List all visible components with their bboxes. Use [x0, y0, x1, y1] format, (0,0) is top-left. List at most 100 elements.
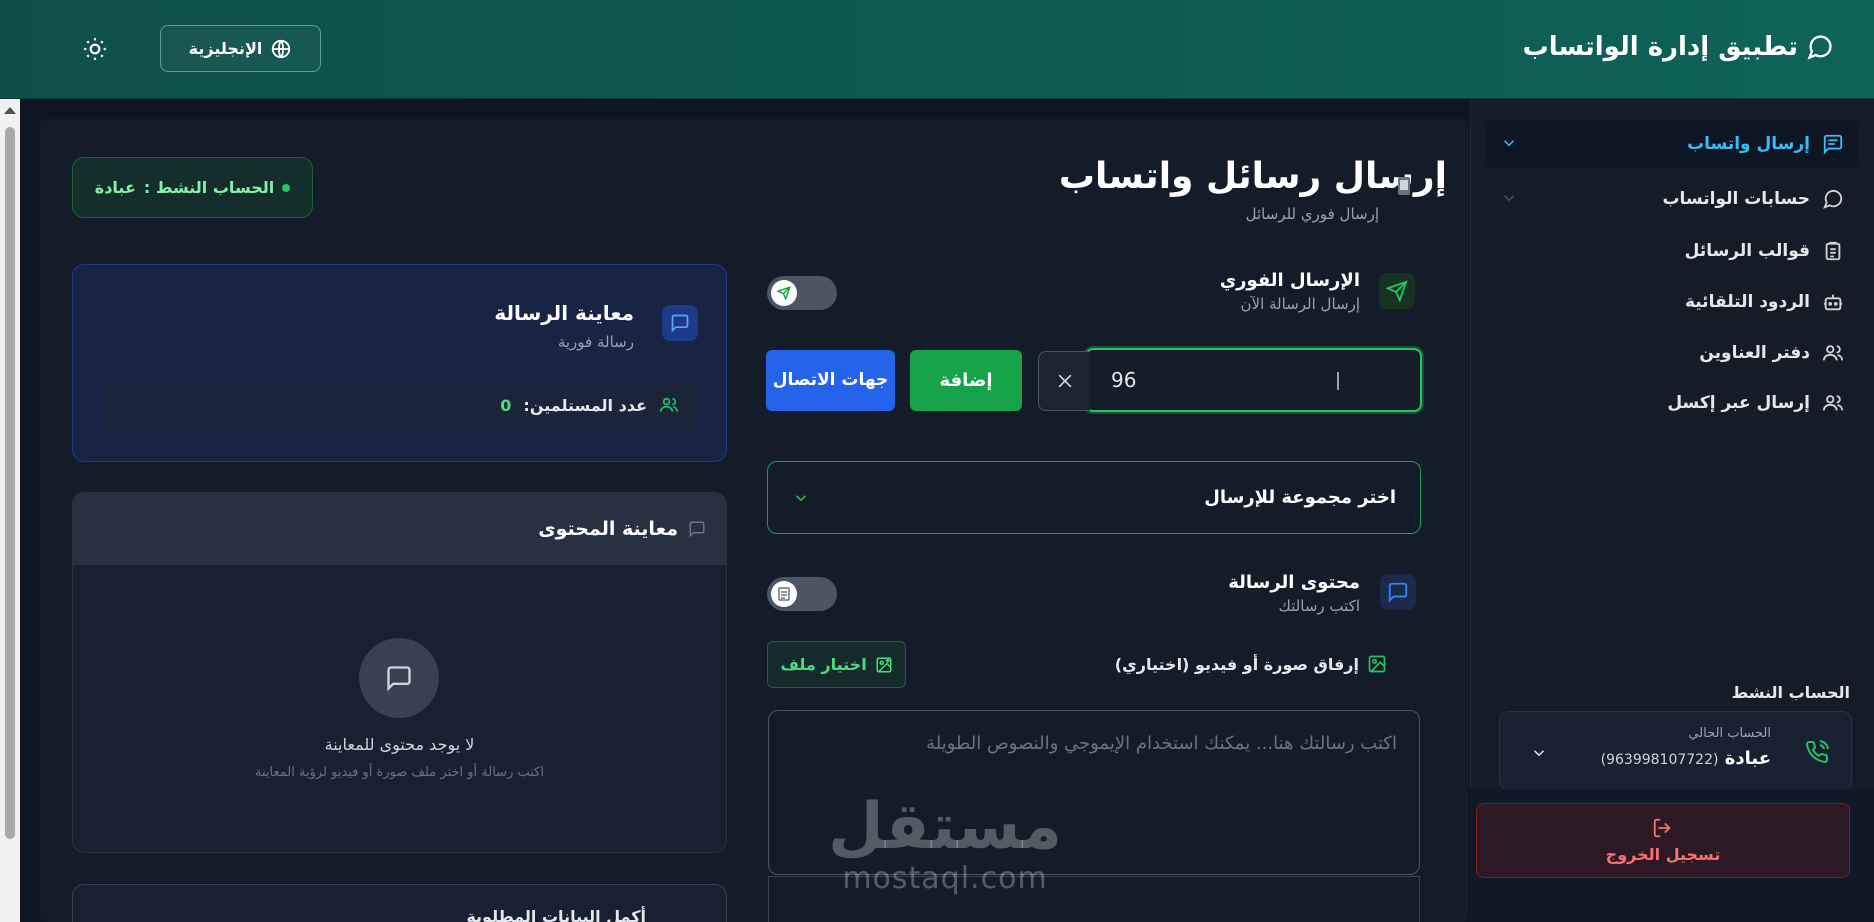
page-subtitle: إرسال فوري للرسائل — [1245, 205, 1379, 223]
image-icon — [1368, 655, 1386, 673]
sidebar-item-whatsapp-accounts[interactable]: حسابات الواتساب — [1486, 175, 1858, 223]
log-out-icon — [1653, 818, 1671, 838]
logout-label: تسجيل الخروج — [1605, 845, 1721, 864]
sidebar-item-send-whatsapp[interactable]: إرسال واتساب — [1486, 120, 1858, 168]
chat-bubble-icon — [1823, 190, 1843, 209]
sun-icon — [84, 38, 106, 60]
sidebar-item-label: إرسال عبر إكسل — [1667, 393, 1810, 413]
chat-icon — [387, 666, 411, 692]
current-account-selector[interactable]: الحساب الحالي عبادة (963998107722) — [1499, 711, 1852, 791]
required-data-title: أكمل البيانات المطلوبة — [466, 907, 646, 922]
empty-state-subtitle: اكتب رسالة أو اختر ملف صورة أو فيديو لرؤ… — [255, 765, 544, 780]
recipients-label: عدد المستلمين: — [523, 395, 647, 415]
sidebar-item-address-book[interactable]: دفتر العناوين — [1486, 329, 1858, 377]
attach-media-text: إرفاق صورة أو فيديو (اختياري) — [1114, 654, 1359, 674]
text-cursor-icon — [1337, 372, 1339, 390]
recipients-count: 0 — [500, 395, 512, 415]
globe-icon — [272, 39, 291, 58]
chevron-down-icon — [795, 494, 807, 501]
toggle-knob — [771, 581, 797, 607]
page-scrollbar[interactable] — [0, 99, 20, 922]
message-content-title: محتوى الرسالة — [1228, 572, 1360, 593]
scrollbar-thumb[interactable] — [5, 127, 15, 839]
active-badge-label: الحساب النشط : — [143, 178, 275, 197]
message-square-text-icon — [1823, 134, 1843, 155]
sidebar: إرسال واتساب حسابات الواتساب قوالب الرسا… — [1470, 99, 1874, 922]
chat-bubble-icon — [1807, 35, 1832, 60]
content-preview-card: معاينة المحتوى لا يوجد محتوى للمعاينة اك… — [72, 492, 727, 853]
message-preview-icon — [662, 305, 698, 341]
language-button[interactable]: الإنجليزية — [160, 25, 321, 72]
message-preview-subtitle: رسالة فورية — [557, 333, 634, 351]
sidebar-item-excel-send[interactable]: إرسال عبر إكسل — [1486, 379, 1858, 427]
add-number-button[interactable]: إضافة — [910, 350, 1022, 411]
users-icon — [659, 397, 679, 412]
sidebar-item-label: الردود التلقائية — [1684, 292, 1810, 312]
chevron-down-icon — [1503, 140, 1515, 147]
toggle-knob — [771, 280, 797, 306]
account-phone-text: (963998107722) — [1600, 752, 1719, 768]
content-preview-title: معاينة المحتوى — [538, 518, 678, 540]
phone-number-input[interactable]: 96 — [1085, 348, 1422, 412]
account-name-text: عبادة — [1724, 748, 1771, 769]
group-select-placeholder: اختر مجموعة للإرسال — [1204, 487, 1396, 508]
users-icon — [1822, 395, 1844, 411]
send-small-icon — [777, 286, 791, 300]
attach-media-label: إرفاق صورة أو فيديو (اختياري) — [1115, 654, 1387, 674]
message-outline-icon — [689, 521, 705, 538]
empty-state-icon — [359, 638, 439, 718]
chevron-down-icon — [1503, 195, 1515, 202]
message-preview-card: معاينة الرسالة رسالة فورية عدد المستلمين… — [72, 264, 727, 462]
recipients-count-row: عدد المستلمين: 0 — [105, 381, 697, 429]
phone-number-value: 96 — [1111, 368, 1137, 392]
sidebar-item-auto-replies[interactable]: الردود التلقائية — [1486, 278, 1858, 326]
instant-send-subtitle: إرسال الرسالة الآن — [1240, 295, 1361, 313]
empty-state-title: لا يوجد محتوى للمعاينة — [324, 735, 475, 754]
message-icon — [1380, 574, 1416, 610]
sidebar-footer: تسجيل الخروج — [1470, 789, 1874, 922]
sidebar-item-message-templates[interactable]: قوالب الرسائل — [1486, 227, 1858, 275]
app-title-text: تطبيق إدارة الواتساب — [1522, 32, 1798, 62]
message-content-subtitle: اكتب رسالتك — [1278, 597, 1360, 615]
choose-file-label: اختيار ملف — [780, 655, 867, 674]
current-account-name: عبادة (963998107722) — [1601, 748, 1771, 769]
page-title: إرسال رسائل واتساب — [1058, 156, 1447, 197]
phone-device-icon — [1397, 176, 1411, 200]
content-preview-header: معاينة المحتوى — [73, 493, 726, 565]
message-content-toggle[interactable] — [767, 577, 837, 611]
close-icon — [1058, 374, 1071, 388]
contacts-button[interactable]: جهات الاتصال — [766, 350, 895, 411]
current-account-label: الحساب الحالي — [1688, 726, 1771, 741]
active-account-badge: الحساب النشط : عبادة — [72, 157, 313, 218]
choose-file-button[interactable]: اختيار ملف — [767, 641, 906, 688]
theme-toggle-button[interactable] — [82, 36, 108, 62]
document-icon — [778, 587, 790, 601]
sidebar-item-label: إرسال واتساب — [1687, 134, 1810, 154]
message-content-heading: محتوى الرسالة اكتب رسالتك — [1228, 572, 1360, 615]
group-select[interactable]: اختر مجموعة للإرسال — [767, 461, 1421, 534]
clear-input-button[interactable] — [1038, 351, 1090, 411]
clipboard-icon — [1825, 241, 1841, 261]
message-preview-title: معاينة الرسالة — [494, 301, 634, 325]
top-bar: تطبيق إدارة الواتساب الإنجليزية — [0, 0, 1874, 99]
required-data-card: أكمل البيانات المطلوبة — [72, 884, 727, 922]
sidebar-item-label: حسابات الواتساب — [1662, 189, 1810, 209]
bot-icon — [1823, 294, 1843, 311]
watermark-logo: مستقل mostaql.com — [820, 795, 1070, 896]
logout-button[interactable]: تسجيل الخروج — [1476, 803, 1850, 878]
language-button-label: الإنجليزية — [188, 39, 263, 58]
sidebar-item-label: قوالب الرسائل — [1684, 241, 1810, 261]
active-account-section-title: الحساب النشط — [1731, 683, 1850, 702]
watermark-latin: mostaql.com — [842, 861, 1048, 896]
scroll-up-arrow-icon[interactable] — [4, 107, 16, 114]
instant-send-title: الإرسال الفوري — [1219, 270, 1360, 291]
image-plus-icon — [876, 657, 892, 672]
phone-call-icon — [1805, 740, 1829, 768]
chevron-down-icon — [1530, 744, 1548, 766]
app-title: تطبيق إدارة الواتساب — [1523, 32, 1834, 62]
instant-send-toggle[interactable] — [767, 276, 837, 310]
status-dot — [282, 183, 291, 192]
watermark-arabic: مستقل — [827, 790, 1063, 864]
send-icon — [1379, 273, 1415, 309]
users-icon — [1822, 345, 1844, 361]
